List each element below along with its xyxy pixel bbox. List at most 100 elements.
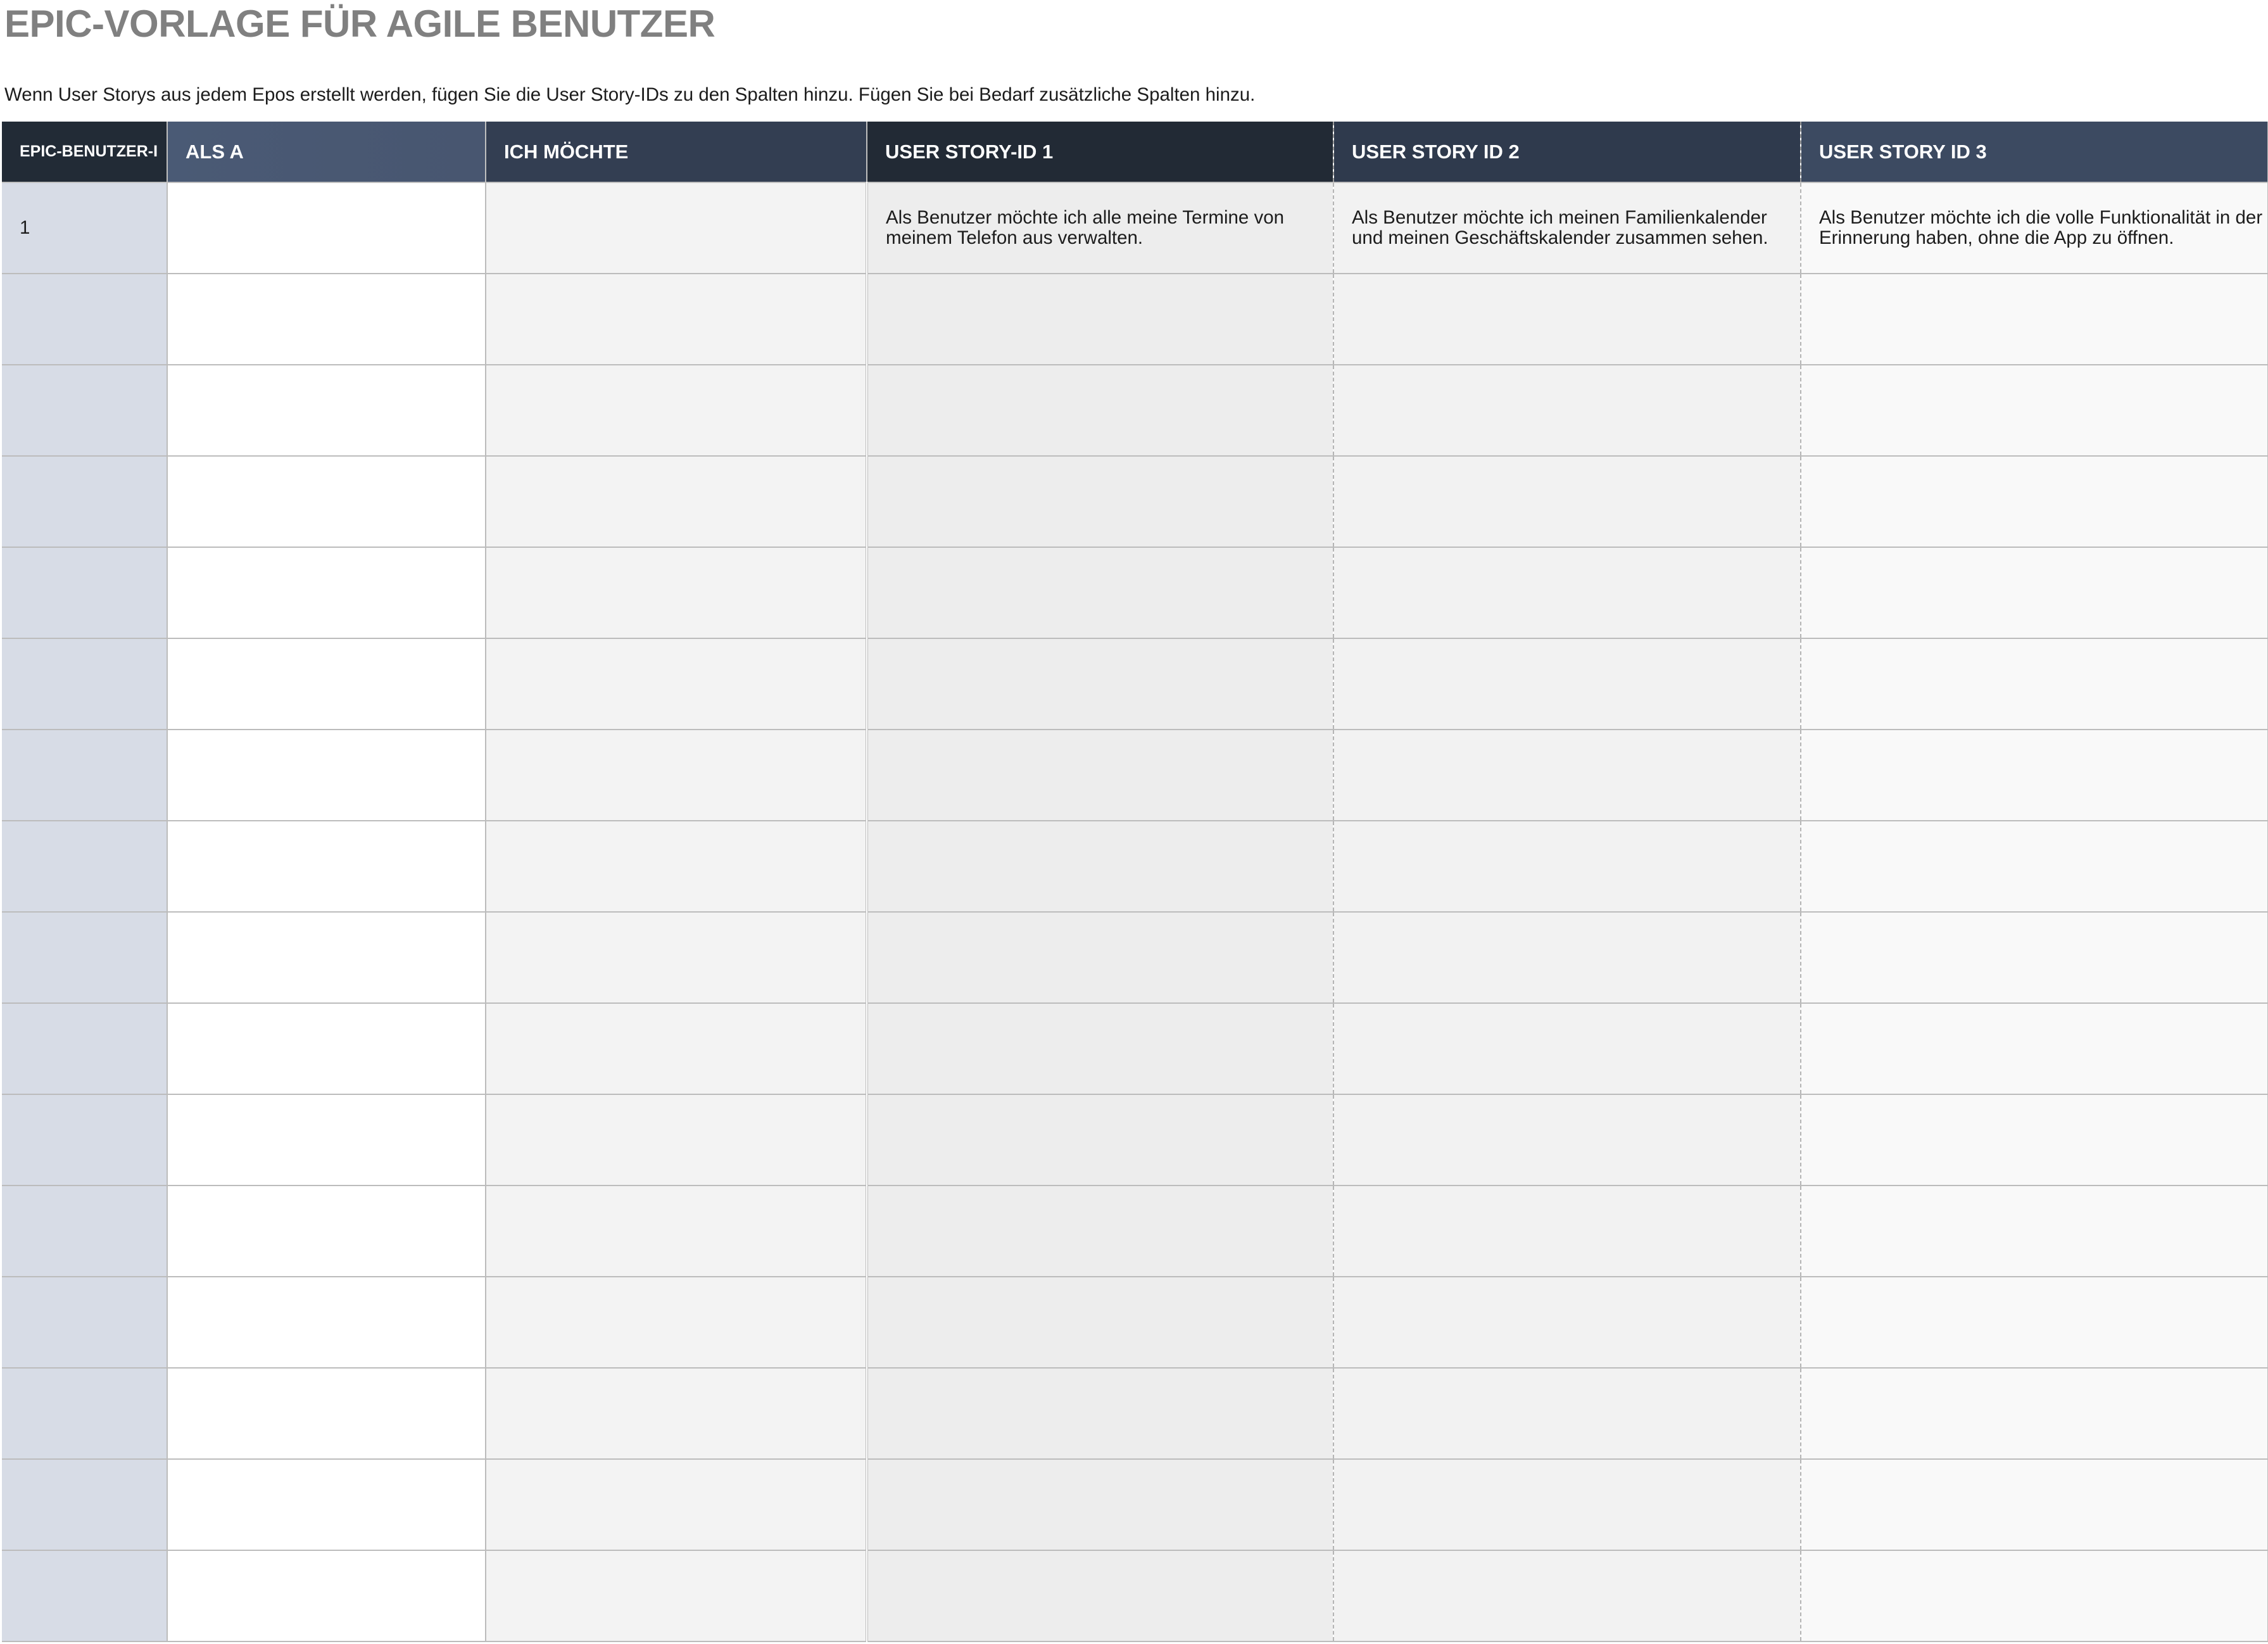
cell-user-story-1[interactable] — [867, 1459, 1334, 1551]
cell-user-story-3[interactable] — [1801, 1094, 2268, 1186]
cell-epic-id[interactable] — [2, 1459, 168, 1551]
cell-epic-id[interactable]: 1 — [2, 182, 168, 274]
header-ich-moechte[interactable]: ICH MÖCHTE — [486, 122, 867, 183]
cell-epic-id[interactable] — [2, 1277, 168, 1369]
cell-ich-moechte[interactable] — [486, 821, 868, 913]
cell-epic-id[interactable] — [2, 1550, 168, 1642]
cell-user-story-1[interactable] — [867, 1003, 1334, 1095]
cell-als-a[interactable] — [167, 456, 486, 548]
cell-ich-moechte[interactable] — [486, 730, 868, 821]
cell-user-story-1[interactable] — [867, 365, 1334, 457]
cell-user-story-2[interactable] — [1333, 456, 1801, 548]
cell-epic-id[interactable] — [2, 1186, 168, 1277]
cell-user-story-3[interactable] — [1801, 912, 2268, 1004]
cell-als-a[interactable] — [167, 1459, 486, 1551]
cell-als-a[interactable] — [167, 547, 486, 639]
cell-user-story-1[interactable] — [867, 274, 1334, 365]
cell-als-a[interactable] — [167, 1186, 486, 1277]
cell-user-story-3[interactable] — [1801, 1003, 2268, 1095]
cell-epic-id[interactable] — [2, 1094, 168, 1186]
cell-user-story-1[interactable] — [867, 912, 1334, 1004]
cell-epic-id[interactable] — [2, 730, 168, 821]
cell-user-story-1[interactable] — [867, 638, 1334, 730]
header-user-story-1[interactable]: USER STORY-ID 1 — [867, 122, 1334, 183]
cell-user-story-2[interactable] — [1333, 1003, 1801, 1095]
cell-user-story-2[interactable] — [1333, 1094, 1801, 1186]
cell-user-story-3[interactable] — [1801, 1277, 2268, 1369]
cell-ich-moechte[interactable] — [486, 365, 868, 457]
cell-user-story-2[interactable] — [1333, 365, 1801, 457]
cell-ich-moechte[interactable] — [486, 1186, 868, 1277]
cell-user-story-1[interactable] — [867, 1094, 1334, 1186]
cell-epic-id[interactable] — [2, 1368, 168, 1460]
cell-user-story-1[interactable] — [867, 1277, 1334, 1369]
cell-ich-moechte[interactable] — [486, 456, 868, 548]
cell-epic-id[interactable] — [2, 274, 168, 365]
cell-als-a[interactable] — [167, 1094, 486, 1186]
cell-ich-moechte[interactable] — [486, 1550, 868, 1642]
cell-user-story-2[interactable] — [1333, 912, 1801, 1004]
cell-ich-moechte[interactable] — [486, 182, 868, 274]
cell-user-story-3[interactable] — [1801, 1459, 2268, 1551]
cell-ich-moechte[interactable] — [486, 1459, 868, 1551]
cell-user-story-1[interactable] — [867, 1550, 1334, 1642]
cell-user-story-2[interactable] — [1333, 1459, 1801, 1551]
cell-user-story-2[interactable] — [1333, 1186, 1801, 1277]
header-user-story-3[interactable]: USER STORY ID 3 — [1801, 122, 2268, 183]
cell-user-story-3[interactable] — [1801, 547, 2268, 639]
cell-user-story-1[interactable] — [867, 730, 1334, 821]
cell-als-a[interactable] — [167, 1368, 486, 1460]
cell-user-story-2[interactable] — [1333, 638, 1801, 730]
cell-als-a[interactable] — [167, 365, 486, 457]
cell-user-story-2[interactable] — [1333, 821, 1801, 913]
cell-epic-id[interactable] — [2, 547, 168, 639]
cell-als-a[interactable] — [167, 182, 486, 274]
cell-epic-id[interactable] — [2, 456, 168, 548]
header-user-story-2[interactable]: USER STORY ID 2 — [1333, 122, 1801, 183]
cell-epic-id[interactable] — [2, 821, 168, 913]
cell-epic-id[interactable] — [2, 638, 168, 730]
cell-ich-moechte[interactable] — [486, 1368, 868, 1460]
cell-user-story-1[interactable] — [867, 1368, 1334, 1460]
cell-als-a[interactable] — [167, 821, 486, 913]
header-als-a[interactable]: ALS A — [167, 122, 486, 183]
cell-user-story-2[interactable] — [1333, 730, 1801, 821]
cell-ich-moechte[interactable] — [486, 638, 868, 730]
cell-user-story-1[interactable] — [867, 1186, 1334, 1277]
cell-user-story-3[interactable] — [1801, 730, 2268, 821]
cell-als-a[interactable] — [167, 730, 486, 821]
cell-user-story-3[interactable] — [1801, 274, 2268, 365]
cell-user-story-1[interactable] — [867, 456, 1334, 548]
cell-user-story-1[interactable] — [867, 821, 1334, 913]
cell-user-story-3[interactable] — [1801, 638, 2268, 730]
cell-ich-moechte[interactable] — [486, 1003, 868, 1095]
cell-user-story-2[interactable] — [1333, 274, 1801, 365]
cell-user-story-2[interactable]: Als Benutzer möchte ich meinen Familienk… — [1333, 182, 1801, 274]
cell-als-a[interactable] — [167, 912, 486, 1004]
cell-user-story-3[interactable]: Als Benutzer möchte ich die volle Funkti… — [1801, 182, 2268, 274]
cell-user-story-2[interactable] — [1333, 1277, 1801, 1369]
cell-epic-id[interactable] — [2, 1003, 168, 1095]
cell-als-a[interactable] — [167, 638, 486, 730]
cell-als-a[interactable] — [167, 1003, 486, 1095]
cell-ich-moechte[interactable] — [486, 547, 868, 639]
cell-user-story-3[interactable] — [1801, 365, 2268, 457]
cell-ich-moechte[interactable] — [486, 274, 868, 365]
cell-ich-moechte[interactable] — [486, 1094, 868, 1186]
cell-user-story-2[interactable] — [1333, 1368, 1801, 1460]
cell-ich-moechte[interactable] — [486, 1277, 868, 1369]
cell-user-story-3[interactable] — [1801, 1186, 2268, 1277]
cell-als-a[interactable] — [167, 1550, 486, 1642]
cell-user-story-1[interactable] — [867, 547, 1334, 639]
cell-user-story-2[interactable] — [1333, 1550, 1801, 1642]
cell-als-a[interactable] — [167, 274, 486, 365]
header-epic-id[interactable]: EPIC-BENUTZER-I — [2, 122, 168, 183]
cell-user-story-3[interactable] — [1801, 456, 2268, 548]
cell-als-a[interactable] — [167, 1277, 486, 1369]
cell-user-story-3[interactable] — [1801, 821, 2268, 913]
cell-user-story-3[interactable] — [1801, 1368, 2268, 1460]
cell-epic-id[interactable] — [2, 365, 168, 457]
cell-ich-moechte[interactable] — [486, 912, 868, 1004]
cell-user-story-1[interactable]: Als Benutzer möchte ich alle meine Termi… — [867, 182, 1334, 274]
cell-user-story-2[interactable] — [1333, 547, 1801, 639]
